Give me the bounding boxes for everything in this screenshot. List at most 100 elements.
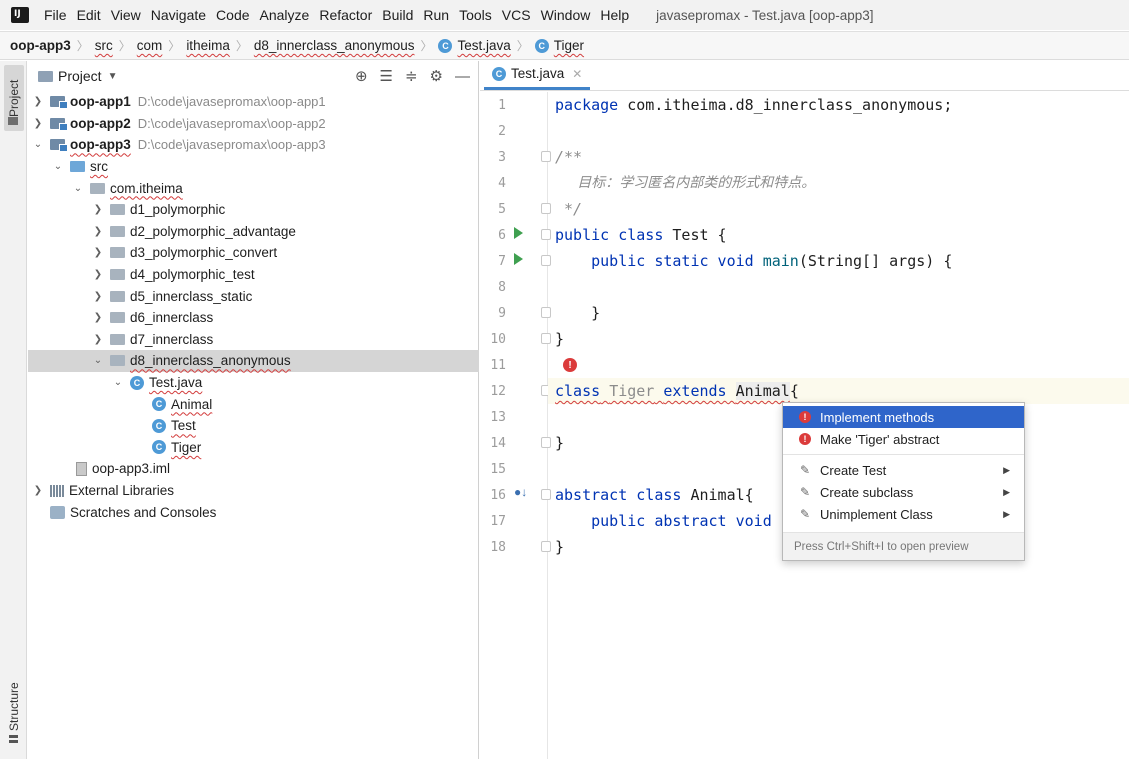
project-panel-title[interactable]: Project [58, 68, 102, 84]
error-bulb-icon: ! [799, 411, 811, 423]
crumb-package[interactable]: d8_innerclass_anonymous [254, 38, 415, 53]
run-main-icon[interactable] [514, 253, 523, 265]
crumb-com[interactable]: com [137, 38, 163, 53]
tree-path: D:\code\javasepromax\oop-app1 [137, 94, 326, 110]
create-test-item[interactable]: ✎ Create Test ▶ [783, 459, 1024, 481]
menu-navigate[interactable]: Navigate [146, 0, 211, 30]
fold-icon[interactable] [541, 437, 551, 448]
collapse-all-icon[interactable]: ≑ [405, 67, 418, 85]
menu-analyze[interactable]: Analyze [255, 0, 315, 30]
editor-tab[interactable]: C Test.java ✕ [484, 60, 591, 90]
crumb-file[interactable]: Test.java [457, 38, 510, 53]
tree-item-com-itheima[interactable]: ⌄ com.itheima [28, 177, 479, 199]
close-icon[interactable]: ✕ [572, 67, 582, 81]
locate-file-icon[interactable]: ⊕ [355, 67, 368, 85]
chevron-right-icon[interactable]: ❯ [32, 485, 44, 496]
package-icon [110, 355, 125, 367]
chevron-down-icon[interactable]: ⌄ [72, 183, 84, 194]
line-number: 12 [490, 384, 506, 399]
crumb-itheima[interactable]: itheima [186, 38, 230, 53]
fold-icon[interactable] [541, 229, 551, 240]
tree-item-class[interactable]: C Tiger [28, 437, 479, 459]
chevron-down-icon[interactable]: ⌄ [52, 161, 64, 172]
project-tab-label: Project [7, 79, 21, 117]
tree-item-file[interactable]: ⌄ C Test.java [28, 372, 479, 394]
module-icon [50, 96, 68, 110]
menu-window[interactable]: Window [536, 0, 596, 30]
tree-item-scratches[interactable]: Scratches and Consoles [28, 501, 479, 523]
implemented-by-icon[interactable]: ●↓ [514, 485, 527, 499]
tree-item-oop-app2[interactable]: ❯ oop-app2 D:\code\javasepromax\oop-app2 [28, 113, 479, 135]
tree-item-oop-app3[interactable]: ⌄ oop-app3 D:\code\javasepromax\oop-app3 [28, 134, 479, 156]
fold-icon[interactable] [541, 151, 551, 162]
menu-run[interactable]: Run [418, 0, 454, 30]
gear-icon[interactable]: ⚙ [430, 67, 443, 85]
run-class-icon[interactable] [514, 227, 523, 239]
fold-icon[interactable] [541, 489, 551, 500]
tree-item-package[interactable]: ❯ d3_polymorphic_convert [28, 242, 479, 264]
tree-item-package[interactable]: ❯ d2_polymorphic_advantage [28, 221, 479, 243]
expand-all-icon[interactable]: ☰ [380, 67, 393, 85]
tree-item-package-selected[interactable]: ⌄ d8_innerclass_anonymous [28, 350, 479, 372]
chevron-right-icon[interactable]: ❯ [92, 334, 104, 345]
crumb-src[interactable]: src [95, 38, 113, 53]
tree-item-package[interactable]: ❯ d7_innerclass [28, 329, 479, 351]
unimplement-class-item[interactable]: ✎ Unimplement Class ▶ [783, 503, 1024, 525]
library-icon [50, 484, 64, 497]
submenu-arrow-icon: ▶ [1003, 508, 1010, 519]
code-text: { [789, 382, 799, 400]
menu-help[interactable]: Help [595, 0, 634, 30]
tree-item-oop-app1[interactable]: ❯ oop-app1 D:\code\javasepromax\oop-app1 [28, 91, 479, 113]
iml-file-icon [76, 461, 87, 476]
tree-item-package[interactable]: ❯ d5_innerclass_static [28, 285, 479, 307]
chevron-down-icon[interactable]: ▼ [108, 71, 118, 82]
method-name: main [753, 252, 799, 270]
tree-item-external-libraries[interactable]: ❯ External Libraries [28, 480, 479, 502]
package-icon [110, 225, 125, 237]
menu-view[interactable]: View [106, 0, 146, 30]
chevron-right-icon[interactable]: ❯ [92, 226, 104, 237]
make-abstract-item[interactable]: ! Make 'Tiger' abstract [783, 428, 1024, 450]
chevron-down-icon[interactable]: ⌄ [32, 139, 44, 150]
fold-icon[interactable] [541, 203, 551, 214]
minimize-icon[interactable]: — [455, 68, 470, 85]
crumb-class[interactable]: Tiger [554, 38, 584, 53]
chevron-right-icon[interactable]: ❯ [92, 247, 104, 258]
tree-item-class[interactable]: C Animal [28, 393, 479, 415]
tree-item-iml[interactable]: oop-app3.iml [28, 458, 479, 480]
chevron-right-icon[interactable]: ❯ [92, 204, 104, 215]
chevron-down-icon[interactable]: ⌄ [112, 377, 124, 388]
tree-item-package[interactable]: ❯ d6_innerclass [28, 307, 479, 329]
tree-item-package[interactable]: ❯ d1_polymorphic [28, 199, 479, 221]
menu-edit[interactable]: Edit [72, 0, 106, 30]
menu-vcs[interactable]: VCS [497, 0, 536, 30]
chevron-right-icon[interactable]: ❯ [92, 269, 104, 280]
fold-icon[interactable] [541, 255, 551, 266]
tree-item-src[interactable]: ⌄ src [28, 156, 479, 178]
fold-icon[interactable] [541, 333, 551, 344]
implement-methods-item[interactable]: ! Implement methods [783, 406, 1024, 428]
tree-item-package[interactable]: ❯ d4_polymorphic_test [28, 264, 479, 286]
error-bulb-icon[interactable]: ! [563, 358, 577, 372]
chevron-right-icon[interactable]: ❯ [92, 291, 104, 302]
tree-item-class[interactable]: C Test [28, 415, 479, 437]
menu-refactor[interactable]: Refactor [314, 0, 377, 30]
chevron-down-icon[interactable]: ⌄ [92, 355, 104, 366]
chevron-right-icon[interactable]: ❯ [92, 312, 104, 323]
code-line-5: */ [555, 200, 583, 218]
line-number: 3 [498, 150, 506, 165]
menu-build[interactable]: Build [377, 0, 418, 30]
fold-icon[interactable] [541, 541, 551, 552]
menu-code[interactable]: Code [211, 0, 254, 30]
chevron-right-icon[interactable]: ❯ [32, 118, 44, 129]
intention-actions-popup: ! Implement methods ! Make 'Tiger' abstr… [782, 402, 1025, 561]
create-subclass-item[interactable]: ✎ Create subclass ▶ [783, 481, 1024, 503]
fold-icon[interactable] [541, 307, 551, 318]
keyword: public abstract void [555, 512, 772, 530]
crumb-module[interactable]: oop-app3 [10, 38, 71, 53]
tree-label: d8_innerclass_anonymous [130, 353, 291, 369]
menu-file[interactable]: File [39, 0, 72, 30]
menu-tools[interactable]: Tools [454, 0, 497, 30]
chevron-right-icon[interactable]: ❯ [32, 96, 44, 107]
tree-label: oop-app1 [70, 94, 131, 110]
